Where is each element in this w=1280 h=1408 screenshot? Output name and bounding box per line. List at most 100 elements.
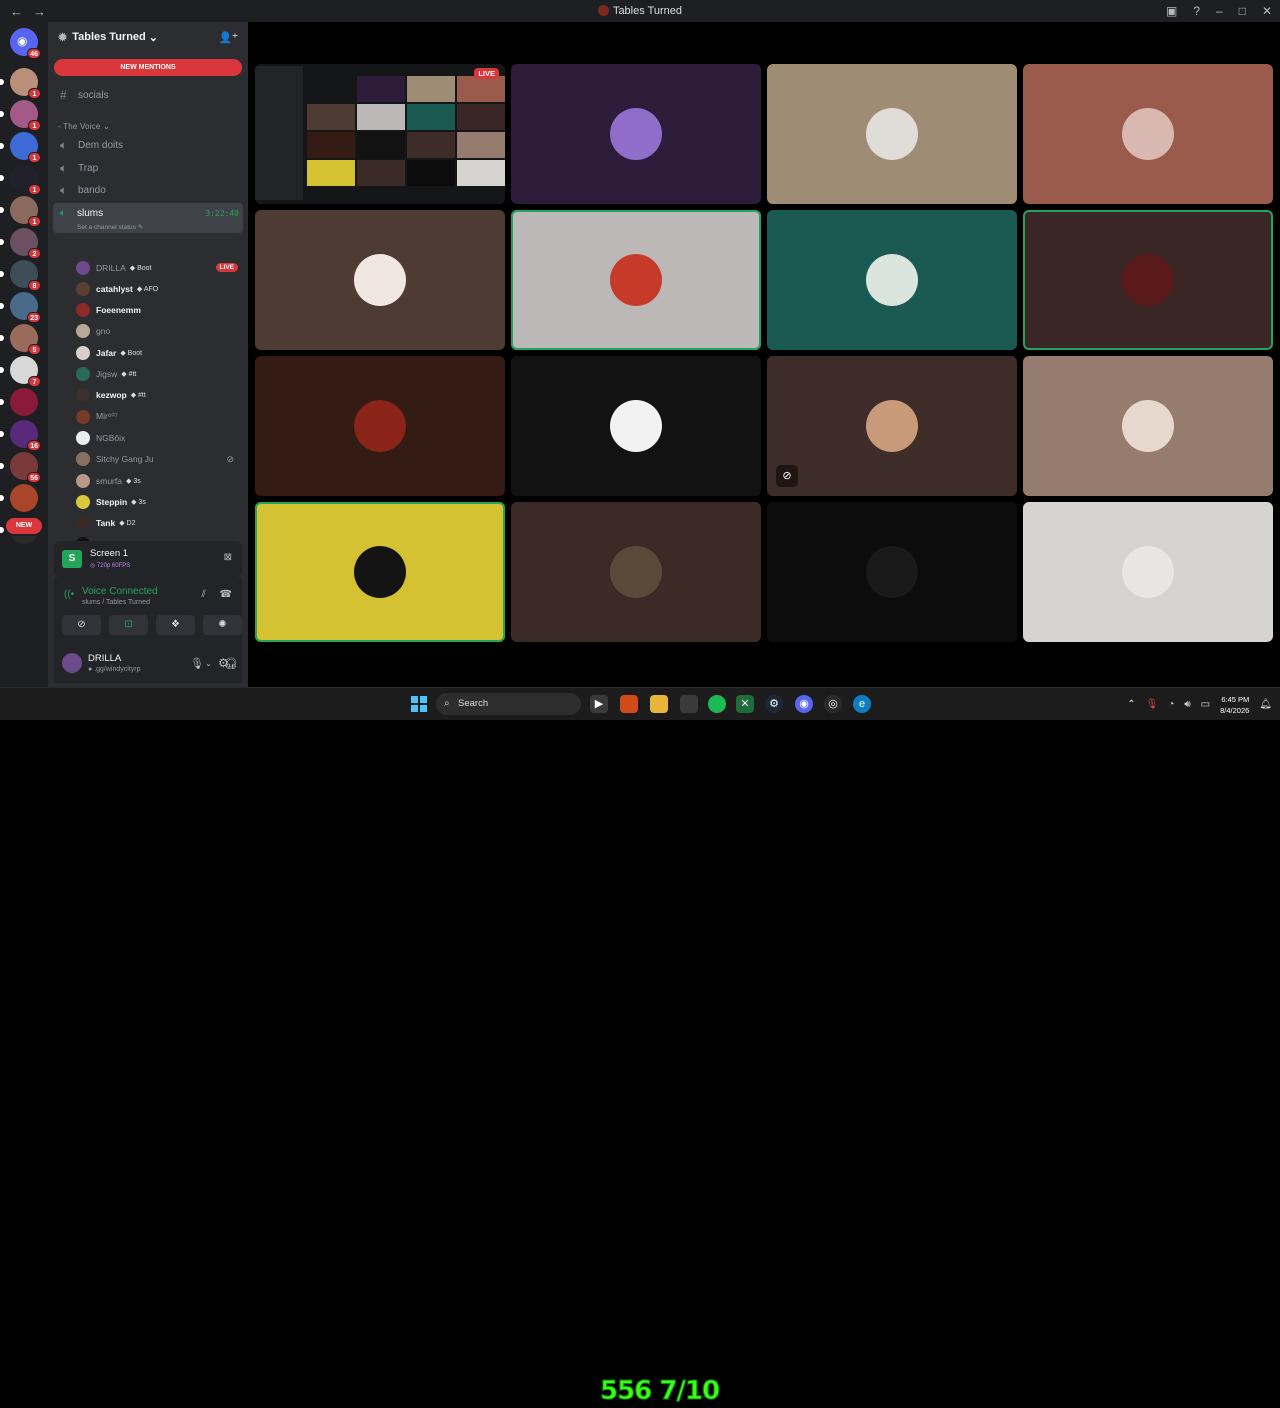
participant-tile[interactable]: [255, 210, 505, 350]
invite-people-icon[interactable]: 👤⁺: [218, 31, 238, 44]
windows-start-icon[interactable]: [411, 696, 427, 712]
voice-user-row[interactable]: Jigsw ◆ #tt: [76, 365, 242, 384]
participant-tile[interactable]: [1023, 64, 1273, 204]
battery-icon[interactable]: ▭: [1201, 699, 1210, 710]
voice-user-row[interactable]: NGBôix: [76, 428, 242, 447]
server-icon[interactable]: 5: [0, 324, 41, 355]
edge-icon[interactable]: e: [853, 695, 871, 713]
voice-channel-trap[interactable]: 🔈︎ Trap: [53, 158, 243, 178]
server-icon[interactable]: 2: [0, 228, 41, 259]
camera-off-button[interactable]: ⊘: [62, 615, 101, 635]
file-explorer-icon[interactable]: [650, 695, 668, 713]
avatar[interactable]: [62, 653, 82, 673]
voice-user-row[interactable]: catahlyst ◆ AFO: [76, 279, 242, 298]
participant-tile[interactable]: [767, 210, 1017, 350]
gear-icon[interactable]: ⚙: [218, 656, 229, 670]
server-icon[interactable]: 56: [0, 452, 41, 483]
media-player-icon[interactable]: ▶: [590, 695, 608, 713]
voice-user-row[interactable]: Steppin ◆ 3s: [76, 492, 242, 511]
muted-mic-icon: ⊘: [776, 465, 798, 487]
server-icon[interactable]: 16: [0, 420, 41, 451]
voice-channel-slums[interactable]: 🔈︎ slums 3:22:40 Set a channel status ✎: [53, 203, 243, 233]
new-unreads-pill[interactable]: NEW: [6, 518, 42, 534]
chrome-icon[interactable]: ◎: [824, 695, 842, 713]
server-icon[interactable]: 8: [0, 260, 41, 291]
volume-icon[interactable]: 🔊︎: [1184, 699, 1190, 710]
server-icon[interactable]: 1: [0, 196, 41, 227]
share-screen-button[interactable]: ⊡: [109, 615, 148, 635]
server-icon[interactable]: [0, 388, 38, 416]
server-gear-icon: ✹: [58, 31, 68, 44]
server-icon[interactable]: 23: [0, 292, 41, 323]
voice-user-row[interactable]: Sitchy Gang Ju ⊘: [76, 450, 242, 469]
noise-suppression-icon[interactable]: ⫽: [202, 589, 206, 600]
server-icon[interactable]: 7: [0, 356, 41, 387]
participant-tile[interactable]: ⊘: [767, 356, 1017, 496]
wifi-icon[interactable]: ◔: [1168, 699, 1174, 710]
channel-status-prompt[interactable]: Set a channel status ✎: [77, 223, 143, 231]
participant-tile[interactable]: [767, 502, 1017, 642]
voice-user-row[interactable]: Tank ◆ D2: [76, 514, 242, 533]
taskbar-search[interactable]: ⌕ Search: [436, 693, 581, 715]
participant-tile[interactable]: [511, 502, 761, 642]
category-the-voice[interactable]: - The Voice ⌄: [58, 122, 110, 131]
voice-user-row[interactable]: Mir⁶⁰⁷: [76, 407, 242, 426]
chevron-up-icon[interactable]: ⌃: [1127, 699, 1135, 710]
participant-tile[interactable]: [511, 356, 761, 496]
spotify-icon[interactable]: [708, 695, 726, 713]
server-icon[interactable]: 1: [0, 132, 41, 163]
xbox-icon[interactable]: ✕: [736, 695, 754, 713]
server-icon[interactable]: 1: [0, 100, 41, 131]
disconnect-icon[interactable]: ☎: [220, 589, 232, 600]
voice-channel-bando[interactable]: 🔈︎ bando: [53, 180, 243, 200]
help-icon[interactable]: ?: [1193, 4, 1200, 18]
voice-user-row[interactable]: Jafar ◆ Boot: [76, 343, 242, 362]
voice-user-row[interactable]: DRILLA ◆ Boot LIVE: [76, 258, 242, 277]
maximize-icon[interactable]: □: [1239, 4, 1246, 18]
close-icon[interactable]: ✕: [1262, 4, 1272, 18]
stop-stream-icon[interactable]: ⊠: [224, 552, 232, 563]
discord-icon[interactable]: ◉: [795, 695, 813, 713]
server-header[interactable]: ✹ Tables Turned ⌄ 👤⁺: [48, 22, 248, 52]
system-clock[interactable]: 6:45 PM 8/4/2026: [1220, 694, 1249, 716]
server-icon[interactable]: 1: [0, 68, 41, 99]
app-icon[interactable]: [620, 695, 638, 713]
avatar: [610, 546, 662, 598]
participant-tile[interactable]: [255, 356, 505, 496]
notification-bell-icon[interactable]: 🔔︎: [1259, 699, 1272, 710]
stream-tile[interactable]: LIVE: [255, 64, 505, 204]
voice-connected-subtitle[interactable]: slums / Tables Turned: [82, 599, 150, 606]
participant-tile[interactable]: [1023, 356, 1273, 496]
discord-home-icon[interactable]: ◉ 46: [10, 28, 41, 59]
new-mentions-banner[interactable]: NEW MENTIONS: [54, 59, 242, 76]
channel-socials[interactable]: # socials: [53, 85, 243, 105]
participant-tile[interactable]: [1023, 502, 1273, 642]
participant-tile[interactable]: [511, 64, 761, 204]
back-arrow-icon[interactable]: ←: [10, 4, 23, 19]
channel-sidebar: ✹ Tables Turned ⌄ 👤⁺ NEW MENTIONS # soci…: [48, 22, 248, 687]
chevron-down-icon[interactable]: ⌄: [205, 659, 212, 668]
app-icon[interactable]: [680, 695, 698, 713]
server-icon[interactable]: [0, 484, 38, 512]
voice-user-row[interactable]: smurfa ◆ 3s: [76, 471, 242, 490]
inbox-icon[interactable]: ▣: [1166, 4, 1177, 18]
avatar: [76, 281, 90, 296]
signal-icon[interactable]: ((•: [64, 589, 74, 600]
microphone-icon[interactable]: 🎙︎: [190, 657, 204, 670]
activities-button[interactable]: ❖: [156, 615, 195, 635]
voice-user-row[interactable]: kezwop ◆ #tt: [76, 386, 242, 405]
screen-share-panel: S Screen 1 ◎ 720p 60FPS ⊠: [54, 541, 242, 577]
minimize-icon[interactable]: –: [1216, 4, 1223, 18]
voice-user-row[interactable]: Foeenemm: [76, 301, 242, 320]
participant-tile[interactable]: [255, 502, 505, 642]
participant-tile[interactable]: [767, 64, 1017, 204]
participant-tile[interactable]: [1023, 210, 1273, 350]
voice-user-row[interactable]: gno: [76, 322, 242, 341]
voice-channel-dem-doits[interactable]: 🔈︎ Dem doits: [53, 135, 243, 155]
soundboard-button[interactable]: ✺: [203, 615, 242, 635]
steam-icon[interactable]: ⚙: [765, 695, 783, 713]
server-icon[interactable]: 1: [0, 164, 41, 195]
forward-arrow-icon[interactable]: →: [33, 4, 46, 19]
mic-in-use-icon[interactable]: 🎙︎: [1146, 699, 1159, 710]
participant-tile[interactable]: [511, 210, 761, 350]
